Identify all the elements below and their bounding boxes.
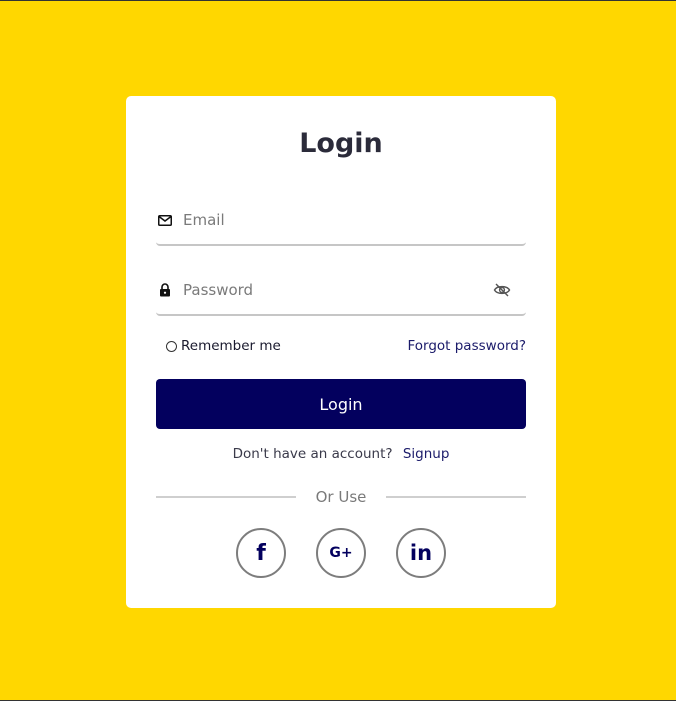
signup-link[interactable]: Signup xyxy=(403,446,450,462)
linkedin-button[interactable]: in xyxy=(396,528,446,578)
divider-label: Or Use xyxy=(315,488,367,506)
email-field-container xyxy=(156,196,526,246)
eye-off-icon[interactable] xyxy=(492,280,512,300)
facebook-button[interactable]: f xyxy=(236,528,286,578)
facebook-icon: f xyxy=(256,540,266,566)
password-input[interactable] xyxy=(183,275,492,305)
remember-me[interactable]: Remember me xyxy=(166,338,281,354)
email-input[interactable] xyxy=(183,205,526,235)
signup-prompt: Don't have an account? xyxy=(232,446,393,462)
envelope-icon xyxy=(157,212,173,228)
forgot-password-link[interactable]: Forgot password? xyxy=(407,338,526,354)
page-title: Login xyxy=(299,128,383,159)
or-use-divider: Or Use xyxy=(156,488,527,506)
password-field-container xyxy=(156,266,526,316)
divider-line-left xyxy=(156,496,296,498)
social-login-buttons: f G+ in xyxy=(126,528,556,578)
remember-me-label: Remember me xyxy=(181,338,281,354)
divider-line-right xyxy=(386,496,527,498)
lock-icon xyxy=(157,282,173,298)
login-card: Login Reme xyxy=(126,96,556,608)
google-plus-button[interactable]: G+ xyxy=(316,528,366,578)
google-plus-icon: G+ xyxy=(329,545,353,561)
form-options: Remember me Forgot password? xyxy=(156,338,526,354)
remember-me-radio[interactable] xyxy=(166,340,177,352)
login-button[interactable]: Login xyxy=(156,379,526,429)
signup-line: Don't have an account? Signup xyxy=(126,446,556,462)
linkedin-icon: in xyxy=(409,541,433,565)
